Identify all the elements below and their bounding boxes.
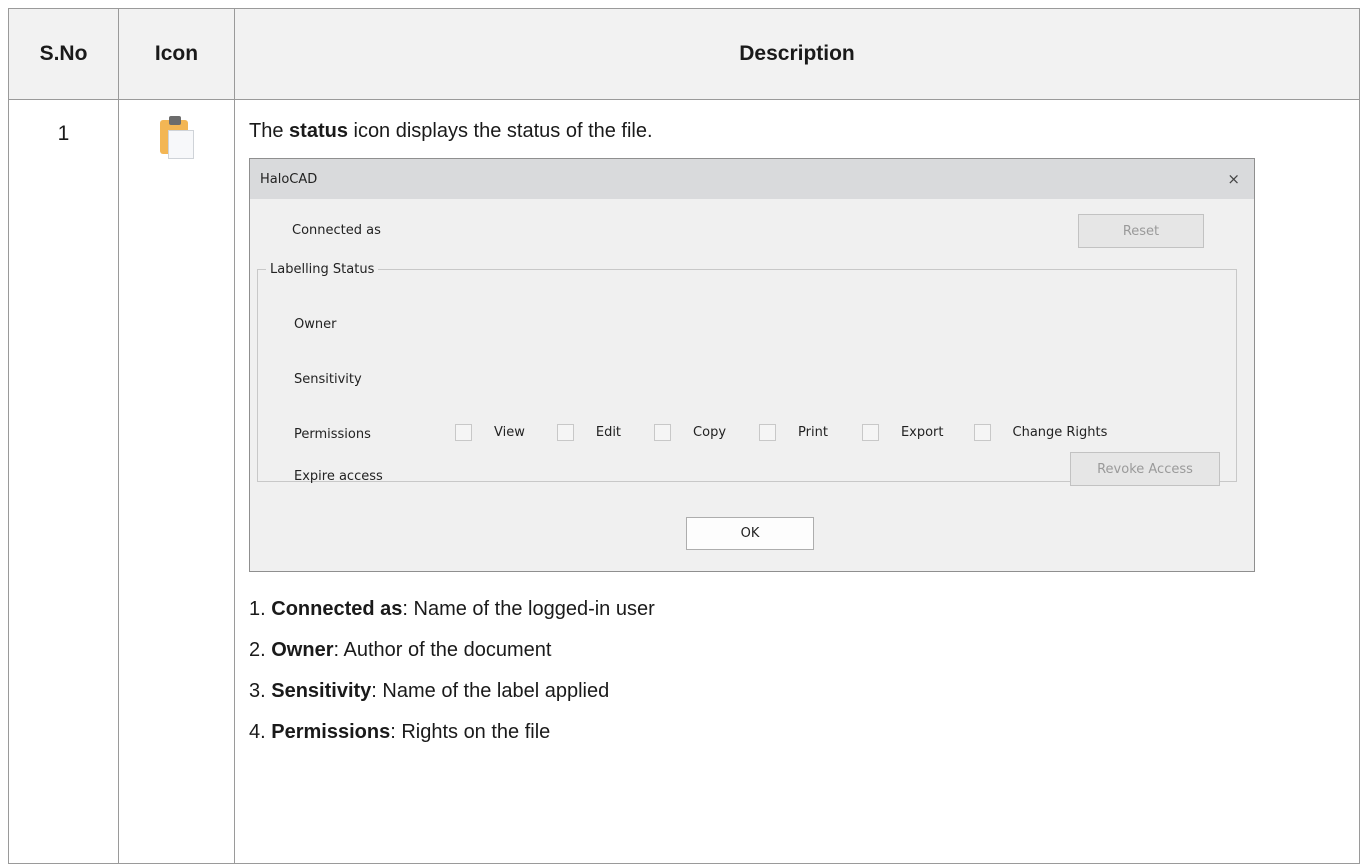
connected-as-label: Connected as <box>292 223 381 238</box>
revoke-access-button[interactable]: Revoke Access <box>1070 452 1220 486</box>
permission-view[interactable]: View <box>455 424 525 441</box>
permission-change-rights[interactable]: Change Rights <box>973 424 1107 441</box>
dialog-titlebar: HaloCAD × <box>250 159 1254 199</box>
list-item: 2. Owner: Author of the document <box>249 639 552 661</box>
table-row: 1 The status icon displays the status of… <box>8 99 1360 864</box>
view-checkbox[interactable] <box>455 424 472 441</box>
permission-print[interactable]: Print <box>759 424 828 441</box>
permission-copy[interactable]: Copy <box>654 424 726 441</box>
permissions-label: Permissions <box>294 427 371 442</box>
row-description: The status icon displays the status of t… <box>234 99 1360 864</box>
export-checkbox[interactable] <box>861 424 879 441</box>
row-sno: 1 <box>8 99 119 864</box>
header-sno: S.No <box>8 8 119 100</box>
intro-text: The status icon displays the status of t… <box>249 120 653 142</box>
labelling-status-group: Labelling Status Owner Sensitivity Permi… <box>257 262 1237 486</box>
clipboard-status-icon <box>159 116 194 159</box>
ok-button[interactable]: OK <box>686 517 814 550</box>
permission-edit[interactable]: Edit <box>556 424 621 441</box>
header-description: Description <box>234 8 1360 100</box>
print-checkbox[interactable] <box>759 424 777 441</box>
sensitivity-label: Sensitivity <box>294 372 362 387</box>
copy-checkbox[interactable] <box>654 424 672 441</box>
owner-label: Owner <box>294 317 337 332</box>
row-icon-cell <box>118 99 235 864</box>
change-rights-checkbox[interactable] <box>973 424 991 441</box>
list-item: 3. Sensitivity: Name of the label applie… <box>249 680 610 702</box>
field-definitions-list: 1. Connected as: Name of the logged-in u… <box>249 592 1359 756</box>
expire-access-label: Expire access <box>294 469 383 484</box>
icon-description-table: S.No Icon Description 1 The status icon … <box>8 8 1360 864</box>
header-icon: Icon <box>118 8 235 100</box>
close-icon[interactable]: × <box>1227 170 1240 188</box>
table-header-row: S.No Icon Description <box>8 8 1360 100</box>
labelling-status-legend: Labelling Status <box>270 262 375 277</box>
reset-button[interactable]: Reset <box>1078 214 1204 248</box>
document-page: S.No Icon Description 1 The status icon … <box>0 0 1360 864</box>
list-item: 4. Permissions: Rights on the file <box>249 721 551 743</box>
dialog-body: Connected as Reset Labelling Status Owne… <box>250 199 1254 570</box>
list-item: 1. Connected as: Name of the logged-in u… <box>249 598 655 620</box>
dialog-title: HaloCAD <box>260 171 318 187</box>
halocad-status-dialog: HaloCAD × Connected as Reset Labelling S… <box>249 158 1255 572</box>
permission-export[interactable]: Export <box>861 424 944 441</box>
permissions-checkboxes: View Edit Copy Print Export Change Right… <box>455 424 1107 441</box>
edit-checkbox[interactable] <box>556 424 574 441</box>
